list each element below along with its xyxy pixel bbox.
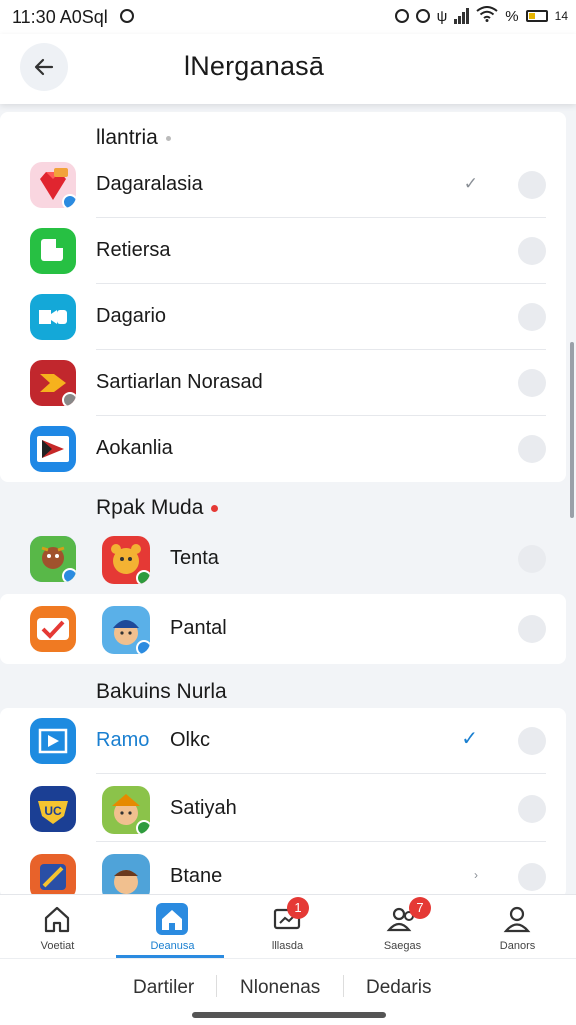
item-label: Satiyah <box>170 797 237 819</box>
vibrate-icon: ψ <box>436 7 448 25</box>
list-item[interactable]: Dagaralasia ✓ <box>0 152 566 218</box>
item-label: Retiersa <box>96 239 171 261</box>
tab-profile[interactable]: Danors <box>460 895 575 959</box>
wifi-icon <box>476 6 498 26</box>
radio-button[interactable] <box>518 435 546 463</box>
item-label: Dagario <box>96 305 167 327</box>
alarm-icon <box>394 9 409 23</box>
svg-text:UC: UC <box>44 804 62 818</box>
list-item[interactable]: Tenta <box>0 526 566 592</box>
bear-game-app-icon <box>102 536 150 584</box>
item-label: Sartiarlan Norasad <box>96 371 263 393</box>
radio-button[interactable] <box>518 727 546 755</box>
radio-button[interactable] <box>518 795 546 823</box>
notification-badge: 1 <box>287 897 309 919</box>
radio-button[interactable] <box>518 303 546 331</box>
item-label: Aokanlia <box>96 437 173 459</box>
check-icon: ✓ <box>463 174 478 193</box>
app-header: lNerganasā <box>0 34 576 104</box>
sub-item[interactable]: Nlonenas <box>240 977 320 999</box>
tab-label: Voetiat <box>40 940 75 952</box>
page-title: lNerganasā <box>184 51 325 81</box>
list-item[interactable]: Pantal <box>0 596 566 662</box>
tab-label: Danors <box>499 940 536 952</box>
tab-messages[interactable]: 1 lllasda <box>230 895 345 959</box>
section-card-1: llantria Dagaralasia ✓ Retiersa Dagario <box>0 112 566 482</box>
blue-play-app-icon <box>30 426 76 472</box>
section-title: Rpak Muda <box>96 496 219 520</box>
tab-label: lllasda <box>271 940 304 952</box>
home-indicator[interactable] <box>192 1012 386 1018</box>
red-arrow-app-icon <box>30 360 76 406</box>
blue-screen-app-icon <box>30 718 76 764</box>
radio-button[interactable] <box>518 171 546 199</box>
red-diamond-app-icon <box>30 162 76 208</box>
green-square-app-icon <box>30 228 76 274</box>
avatar-game-app-icon <box>102 606 150 654</box>
list-item[interactable]: UC Satiyah <box>0 776 566 842</box>
radio-button[interactable] <box>518 863 546 891</box>
back-button[interactable] <box>20 43 68 91</box>
list-item[interactable]: Dagario <box>0 284 566 350</box>
sub-item[interactable]: Dartiler <box>133 977 194 999</box>
list-item[interactable]: Sartiarlan Norasad <box>0 350 566 416</box>
radio-button[interactable] <box>518 615 546 643</box>
status-time: 11:30 A0Sql <box>12 7 108 27</box>
item-label: Pantal <box>170 617 227 639</box>
character-game-app-icon <box>102 786 150 834</box>
battery-percent: % <box>505 7 519 25</box>
list-item[interactable]: Retiersa <box>0 218 566 284</box>
sync-icon <box>415 9 430 23</box>
arrow-icon: › <box>474 868 478 882</box>
bottom-navigation: Voetiat Deanusa 1 lllasda 7 Saegas Danor… <box>0 894 576 959</box>
list-item[interactable]: Aokanlia <box>0 416 566 482</box>
teal-video-app-icon <box>30 294 76 340</box>
status-extra: 14 <box>554 9 568 23</box>
battery-icon <box>525 10 548 22</box>
home-outline-icon <box>44 906 70 933</box>
item-label: Tenta <box>170 547 219 569</box>
list-item[interactable]: Ramo Olkc ✓ <box>0 708 566 774</box>
tab-label: Saegas <box>383 940 422 952</box>
arrow-left-icon <box>34 58 54 76</box>
item-label: Btane <box>170 865 223 887</box>
item-label-secondary: Olkc <box>170 729 210 751</box>
sub-item[interactable]: Dedaris <box>366 977 431 999</box>
item-label: Dagaralasia <box>96 173 203 195</box>
game-character-app-icon <box>30 536 76 582</box>
item-label-primary: Ramo <box>96 729 150 751</box>
tab-deanusa[interactable]: Deanusa <box>115 895 230 959</box>
scrollbar[interactable] <box>570 342 574 518</box>
new-dot <box>211 504 219 512</box>
status-bar: 11:30 A0Sql ψ % 14 <box>0 0 576 34</box>
tab-home[interactable]: Voetiat <box>0 895 115 959</box>
tab-label: Deanusa <box>150 940 195 952</box>
home-filled-icon <box>156 903 188 935</box>
section-title: llantria <box>96 126 171 150</box>
radio-button[interactable] <box>518 545 546 573</box>
tab-people[interactable]: 7 Saegas <box>345 895 460 959</box>
person-icon <box>503 906 531 933</box>
radio-button[interactable] <box>518 369 546 397</box>
section-title: Bakuins Nurla <box>96 680 227 703</box>
orange-check-app-icon <box>30 606 76 652</box>
blue-badge-app-icon: UC <box>30 786 76 832</box>
radio-button[interactable] <box>518 237 546 265</box>
check-icon: ✓ <box>461 728 478 750</box>
signal-icon <box>454 8 470 24</box>
notification-icon <box>120 9 134 23</box>
notification-badge: 7 <box>409 897 431 919</box>
